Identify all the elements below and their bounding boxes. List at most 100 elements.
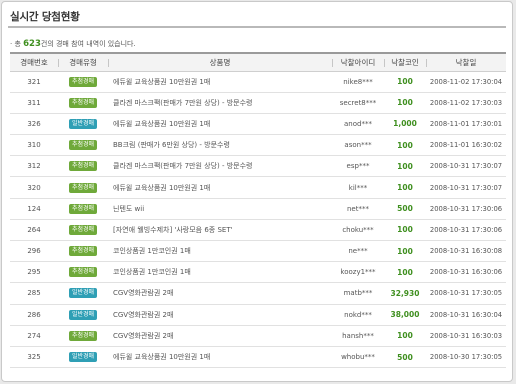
auction-no: 286 (27, 310, 41, 319)
product-link[interactable]: 닌텐도 wii (113, 204, 332, 214)
product-link[interactable]: 클라겐 마스크팩(판매가 7만원 상당) - 방문수령 (113, 161, 332, 171)
auction-no: 264 (27, 225, 41, 234)
win-date: 2008-11-01 16:30:02 (429, 141, 503, 150)
product-cell: CGV영화관람권 2매 (108, 325, 332, 346)
auction-no: 285 (27, 289, 41, 298)
product-cell: 에듀윌 교육상품권 10만원권 1매 (108, 346, 332, 367)
product-cell: BB크림 (판매가 6만원 상당) - 방문수령 (108, 135, 332, 156)
auction-type-cell: 추첨경매 (58, 177, 108, 198)
winning-coin: 500 (397, 204, 413, 214)
auction-type-badge: 추첨경매 (68, 97, 98, 108)
win-date: 2008-10-31 16:30:06 (429, 268, 503, 277)
winning-coin: 100 (397, 98, 413, 108)
auction-type-cell: 추첨경매 (58, 241, 108, 262)
table-row[interactable]: 320 추첨경매 에듀윌 교육상품권 10만원권 1매 kil*** 100 2008-1… (10, 177, 506, 199)
win-date: 2008-11-01 17:30:01 (429, 119, 503, 128)
winner-id: secret8*** (339, 98, 377, 107)
winning-coin: 100 (397, 331, 413, 341)
winners-panel: 실시간 당첨현황 · 총 623건의 경매 참여 내역이 있습니다. 경매번호 … (1, 1, 513, 382)
winner-id: nokd*** (344, 310, 372, 319)
winner-id: choku*** (342, 225, 374, 234)
winner-id: whobu*** (341, 353, 375, 362)
product-link[interactable]: 코인상품권 1만코인권 1매 (113, 246, 332, 256)
col-header-winner-id[interactable]: 낙찰아이디 (332, 52, 384, 72)
auction-no: 326 (27, 119, 41, 128)
col-header-winning-coin[interactable]: 낙찰코인 (384, 52, 426, 72)
product-cell: 코인상품권 1만코인권 1매 (108, 241, 332, 262)
page-title: 실시간 당첨현황 (10, 11, 80, 23)
product-link[interactable]: 코인상품권 1만코인권 1매 (113, 267, 332, 277)
winner-id: matb*** (343, 289, 373, 298)
col-header-win-date[interactable]: 낙찰일 (426, 52, 506, 72)
win-date: 2008-10-31 17:30:06 (429, 225, 503, 234)
auction-type-badge: 추첨경매 (68, 182, 98, 193)
winning-coin: 32,930 (390, 288, 420, 298)
auction-type-badge: 일반경매 (68, 118, 98, 129)
win-date: 2008-10-30 17:30:05 (429, 353, 503, 362)
table-body: 321 추첨경매 에듀윌 교육상품권 10만원권 1매 nike8*** 100 2008… (10, 71, 506, 368)
product-link[interactable]: [자연애 웰빙수제차] '사랑모음 6종 SET' (113, 225, 332, 235)
product-link[interactable]: 에듀윌 교육상품권 10만원권 1매 (113, 119, 332, 129)
winner-id: nike8*** (343, 77, 373, 86)
product-link[interactable]: BB크림 (판매가 6만원 상당) - 방문수령 (113, 140, 332, 150)
product-link[interactable]: CGV영화관람권 2매 (113, 331, 332, 341)
table-row[interactable]: 285 일반경매 CGV영화관람권 2매 matb*** 32,930 2008-10-3… (10, 283, 506, 305)
winning-coin: 100 (397, 161, 413, 171)
summary-prefix: · 총 (10, 40, 21, 48)
product-cell: 닌텐도 wii (108, 198, 332, 219)
auction-type-badge: 추첨경매 (68, 161, 98, 172)
table-row[interactable]: 124 추첨경매 닌텐도 wii net*** 500 2008-10-31 17:30:… (10, 198, 506, 220)
auction-no: 311 (27, 98, 41, 107)
auction-type-cell: 추첨경매 (58, 262, 108, 283)
product-cell: 에듀윌 교육상품권 10만원권 1매 (108, 71, 332, 92)
table-row[interactable]: 311 추첨경매 클라겐 마스크팩(판매가 7만원 상당) - 방문수령 secret… (10, 92, 506, 114)
winner-id: ason*** (344, 141, 372, 150)
auction-type-cell: 일반경매 (58, 346, 108, 367)
table-row[interactable]: 321 추첨경매 에듀윌 교육상품권 10만원권 1매 nike8*** 100 2008… (10, 71, 506, 93)
table-row[interactable]: 312 추첨경매 클라겐 마스크팩(판매가 7만원 상당) - 방문수령 esp***… (10, 156, 506, 177)
table-row[interactable]: 274 추첨경매 CGV영화관람권 2매 hansh*** 100 2008-10-31 … (10, 325, 506, 347)
win-date: 2008-11-02 17:30:04 (429, 77, 503, 86)
auction-type-cell: 일반경매 (58, 113, 108, 134)
winning-coin: 100 (397, 246, 413, 256)
product-link[interactable]: 에듀윌 교육상품권 10만원권 1매 (113, 183, 332, 193)
col-header-product[interactable]: 상품명 (108, 52, 332, 72)
auction-type-badge: 추첨경매 (68, 267, 98, 278)
winner-id: esp*** (346, 162, 370, 171)
auction-type-cell: 추첨경매 (58, 135, 108, 156)
table-row[interactable]: 326 일반경매 에듀윌 교육상품권 10만원권 1매 anod*** 1,000 200… (10, 113, 506, 135)
product-cell: 코인상품권 1만코인권 1매 (108, 262, 332, 283)
auction-type-badge: 추첨경매 (68, 140, 98, 151)
product-link[interactable]: 에듀윌 교육상품권 10만원권 1매 (113, 352, 332, 362)
summary-text: · 총 623건의 경매 참여 내역이 있습니다. (10, 39, 136, 49)
product-link[interactable]: 클라겐 마스크팩(판매가 7만원 상당) - 방문수령 (113, 98, 332, 108)
table-row[interactable]: 286 일반경매 CGV영화관람권 2매 nokd*** 38,000 2008-10-3… (10, 304, 506, 326)
auction-type-badge: 일반경매 (68, 309, 98, 320)
product-cell: 클라겐 마스크팩(판매가 7만원 상당) - 방문수령 (108, 156, 332, 177)
table-row[interactable]: 296 추첨경매 코인상품권 1만코인권 1매 ne*** 100 2008-10-31 … (10, 241, 506, 262)
auction-no: 320 (27, 183, 41, 192)
table-row[interactable]: 295 추첨경매 코인상품권 1만코인권 1매 koozy1*** 100 2008-10… (10, 262, 506, 283)
winning-coin: 1,000 (393, 119, 417, 129)
table-header-row: 경매번호 경매유형 상품명 낙찰아이디 낙찰코인 낙찰일 (10, 52, 506, 72)
winning-coin: 100 (397, 183, 413, 193)
winner-id: hansh*** (342, 331, 374, 340)
auction-type-badge: 일반경매 (68, 288, 98, 299)
col-header-auction-type[interactable]: 경매유형 (58, 52, 108, 72)
auction-type-cell: 일반경매 (58, 283, 108, 304)
auction-type-badge: 추첨경매 (68, 330, 98, 341)
product-cell: CGV영화관람권 2매 (108, 283, 332, 304)
auction-no: 296 (27, 247, 41, 256)
win-date: 2008-11-02 17:30:03 (429, 98, 503, 107)
product-link[interactable]: CGV영화관람권 2매 (113, 310, 332, 320)
col-header-auction-no[interactable]: 경매번호 (10, 52, 58, 72)
product-link[interactable]: 에듀윌 교육상품권 10만원권 1매 (113, 77, 332, 87)
win-date: 2008-10-31 17:30:07 (429, 183, 503, 192)
product-link[interactable]: CGV영화관람권 2매 (113, 288, 332, 298)
table-row[interactable]: 325 일반경매 에듀윌 교육상품권 10만원권 1매 whobu*** 500 2008… (10, 346, 506, 368)
auction-no: 295 (27, 268, 41, 277)
product-cell: 에듀윌 교육상품권 10만원권 1매 (108, 177, 332, 198)
win-date: 2008-10-31 17:30:05 (429, 289, 503, 298)
table-row[interactable]: 264 추첨경매 [자연애 웰빙수제차] '사랑모음 6종 SET' choku***… (10, 219, 506, 241)
table-row[interactable]: 310 추첨경매 BB크림 (판매가 6만원 상당) - 방문수령 ason*** 10… (10, 135, 506, 156)
